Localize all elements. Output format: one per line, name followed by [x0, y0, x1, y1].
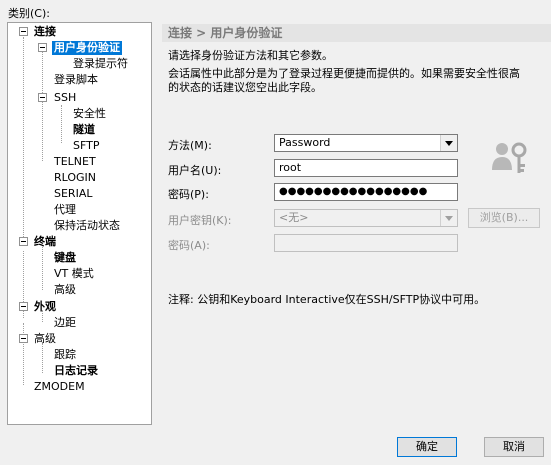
collapse-toggle-icon[interactable] [19, 334, 28, 343]
collapse-toggle-icon[interactable] [38, 93, 47, 102]
tree-item-logging[interactable]: 日志记录 [54, 364, 98, 378]
tree-item-keepalive[interactable]: 保持活动状态 [54, 219, 120, 233]
description-line-1: 请选择身份验证方法和其它参数。 [168, 49, 333, 62]
cancel-button[interactable]: 取消 [484, 437, 544, 457]
tree-item-sftp[interactable]: SFTP [73, 139, 99, 153]
method-select[interactable]: Password [274, 134, 458, 152]
username-input[interactable]: root [274, 159, 458, 177]
username-label: 用户名(U): [168, 164, 222, 177]
tree-item-vt-mode[interactable]: VT 模式 [54, 267, 94, 281]
chevron-down-icon[interactable] [440, 135, 457, 151]
collapse-toggle-icon[interactable] [19, 237, 28, 246]
collapse-toggle-icon[interactable] [19, 302, 28, 311]
tree-item-security[interactable]: 安全性 [73, 107, 106, 121]
note-text: 注释: 公钥和Keyboard Interactive仅在SSH/SFTP协议中… [168, 293, 486, 306]
description-line-3: 的状态的话建议您空出此字段。 [168, 81, 322, 94]
description-line-2: 会话属性中此部分是为了登录过程更便捷而提供的。如果需要安全性很高 [168, 67, 520, 80]
tree-item-appearance[interactable]: 外观 [34, 300, 56, 314]
key-user-icon [490, 140, 530, 183]
tree-item-advanced[interactable]: 高级 [34, 332, 56, 346]
method-select-value: Password [279, 136, 331, 149]
tree-item-connection[interactable]: 连接 [34, 25, 56, 39]
tree-item-telnet[interactable]: TELNET [54, 155, 96, 169]
ok-button[interactable]: 确定 [397, 437, 457, 457]
passphrase-input[interactable] [274, 234, 458, 252]
user-key-label: 用户密钥(K): [168, 214, 232, 227]
user-key-select[interactable]: <无> [274, 209, 458, 227]
tree-item-ssh[interactable]: SSH [54, 91, 76, 105]
tree-item-login-prompt[interactable]: 登录提示符 [73, 57, 128, 71]
tree-item-keyboard[interactable]: 键盘 [54, 251, 76, 265]
password-input[interactable]: ●●●●●●●●●●●●●●●●● [274, 183, 458, 201]
tree-item-rlogin[interactable]: RLOGIN [54, 171, 96, 185]
collapse-toggle-icon[interactable] [19, 27, 28, 36]
browse-button[interactable]: 浏览(B)... [468, 208, 540, 228]
tree-item-terminal[interactable]: 终端 [34, 235, 56, 249]
password-label: 密码(P): [168, 188, 209, 201]
tree-item-login-script[interactable]: 登录脚本 [54, 73, 98, 87]
chevron-down-icon[interactable] [440, 210, 457, 226]
category-label: 类别(C): [8, 7, 50, 20]
tree-item-serial[interactable]: SERIAL [54, 187, 92, 201]
tree-item-terminal-advanced[interactable]: 高级 [54, 283, 76, 297]
collapse-toggle-icon[interactable] [38, 43, 47, 52]
tree-item-user-auth[interactable]: 用户身份验证 [52, 41, 122, 55]
breadcrumb: 连接 > 用户身份验证 [162, 24, 551, 42]
tree-item-tunnel[interactable]: 隧道 [73, 123, 95, 137]
user-key-select-value: <无> [279, 211, 309, 224]
tree-item-trace[interactable]: 跟踪 [54, 348, 76, 362]
method-label: 方法(M): [168, 139, 212, 152]
tree-item-proxy[interactable]: 代理 [54, 203, 76, 217]
tree-item-zmodem[interactable]: ZMODEM [34, 380, 85, 394]
passphrase-label: 密码(A): [168, 239, 210, 252]
tree-item-margins[interactable]: 边距 [54, 316, 76, 330]
category-tree[interactable]: 连接 用户身份验证 登录提示符 登录脚本 SSH 安全性 隧道 SFTP TEL… [7, 22, 152, 425]
